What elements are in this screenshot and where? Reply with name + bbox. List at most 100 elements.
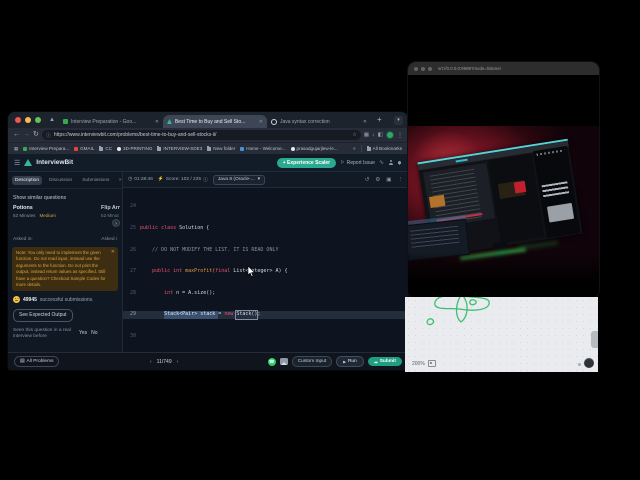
whatsapp-icon[interactable]: ☎ bbox=[267, 357, 276, 366]
bookmark-item[interactable]: Interview Prepara... bbox=[23, 146, 69, 151]
report-issue-button[interactable]: ⚐ Report Issue bbox=[340, 160, 375, 166]
seen-question-row: Seen this question in a real interview b… bbox=[8, 322, 122, 341]
tab-search-menu-button[interactable]: ▾ bbox=[394, 115, 403, 125]
desktop: ▲ Interview Preparation - Goo... ✕ Best … bbox=[0, 0, 640, 480]
folder-icon bbox=[99, 145, 104, 151]
new-tab-button[interactable]: + bbox=[377, 113, 382, 127]
seen-question-label: Seen this question in a real interview b… bbox=[13, 327, 71, 340]
monitor-red-logo bbox=[513, 180, 527, 194]
pen-smudge bbox=[578, 363, 581, 366]
close-window-button[interactable] bbox=[414, 66, 418, 71]
question-title: Flip Arr bbox=[101, 205, 120, 211]
profile-avatar[interactable] bbox=[386, 131, 394, 139]
mouse-cursor bbox=[247, 266, 255, 277]
github-icon bbox=[290, 146, 295, 151]
bookmark-item[interactable]: New folder bbox=[207, 145, 235, 151]
minimize-window-button[interactable] bbox=[421, 66, 425, 71]
show-similar-link[interactable]: Show similar questions bbox=[8, 189, 122, 205]
bookmark-item[interactable]: Home - Welcome... bbox=[240, 146, 286, 151]
close-note-icon[interactable]: ✕ bbox=[111, 249, 115, 255]
zoom-window-button[interactable] bbox=[35, 117, 41, 123]
editor-settings-icon[interactable]: ⚙ bbox=[375, 177, 380, 183]
question-duration: 52 Minut bbox=[101, 213, 119, 218]
prev-problem-button[interactable]: ‹ bbox=[150, 359, 152, 365]
list-icon: ▤ bbox=[20, 359, 25, 364]
notifications-bell-icon[interactable] bbox=[397, 160, 402, 165]
site-header: ☰ InterviewBit + Experience Scaler ⚐ Repo… bbox=[8, 154, 408, 172]
tab-label: Best Time to Buy and Sell Sto... bbox=[174, 118, 246, 125]
tab-best-time-to-buy[interactable]: Best Time to Buy and Sell Sto... ✕ bbox=[162, 115, 267, 128]
whiteboard-tool-button[interactable] bbox=[584, 358, 594, 368]
bookmark-item[interactable]: INTERVIEW-SDE3 bbox=[157, 145, 202, 151]
tab-description[interactable]: Description bbox=[12, 176, 42, 185]
experience-scaler-button[interactable]: + Experience Scaler bbox=[276, 157, 337, 168]
bookmarks-overflow-button[interactable]: » bbox=[353, 146, 356, 152]
tab-label: Interview Preparation - Goo... bbox=[70, 118, 137, 125]
tab-interview-preparation[interactable]: Interview Preparation - Goo... ✕ bbox=[59, 115, 163, 128]
apps-grid-icon[interactable]: ▦ bbox=[14, 146, 18, 152]
bookmark-item[interactable]: CC bbox=[99, 145, 112, 151]
editor-menu-icon[interactable]: ⋮ bbox=[398, 177, 404, 183]
downloads-icon[interactable]: ↓ bbox=[372, 132, 375, 138]
code-area[interactable]: 24 25 public class Solution { 26 // DO NO… bbox=[123, 188, 408, 355]
code-line: 30 bbox=[129, 333, 136, 340]
language-selector[interactable]: Java 8 (Oracle-... ▾ bbox=[212, 174, 266, 185]
divider bbox=[360, 145, 362, 152]
fullscreen-icon[interactable]: ▣ bbox=[386, 177, 391, 183]
submit-button[interactable]: ☁ Submit bbox=[367, 357, 402, 366]
tab-submissions[interactable]: Submissions bbox=[79, 176, 112, 185]
see-expected-output-button[interactable]: See Expected Output bbox=[13, 308, 73, 322]
no-button[interactable]: No bbox=[91, 330, 97, 336]
webcam-stream-window: srt://0.0.0.0:9999?mode=listener bbox=[408, 62, 599, 298]
back-button[interactable]: ← bbox=[13, 128, 20, 142]
sidepanel-icon[interactable]: ◧ bbox=[378, 132, 383, 138]
run-button[interactable]: ▶ Run bbox=[336, 356, 364, 367]
activity-icon[interactable]: ∿ bbox=[379, 159, 384, 166]
problem-sidebar: Description Discussion Submissions Hints… bbox=[8, 172, 123, 352]
bookmark-star-icon[interactable]: ☆ bbox=[352, 132, 356, 138]
bookmark-item[interactable]: GMAIL bbox=[74, 146, 94, 151]
yes-button[interactable]: Yes bbox=[79, 330, 87, 336]
profile-icon[interactable] bbox=[388, 160, 393, 165]
webcam-video-feed bbox=[408, 126, 599, 298]
address-bar[interactable]: ⓘ https://www.interviewbit.com/problems/… bbox=[41, 130, 361, 140]
close-tab-icon[interactable]: ✕ bbox=[363, 119, 367, 125]
extensions-icon[interactable]: ▦ bbox=[364, 132, 369, 138]
minimize-window-button[interactable] bbox=[25, 117, 31, 123]
tab-java-syntax[interactable]: Java syntax correction ✕ bbox=[267, 115, 371, 128]
sidebar-tabs: Description Discussion Submissions Hints bbox=[8, 172, 122, 189]
site-info-icon[interactable]: ⓘ bbox=[46, 132, 51, 139]
tab-hints[interactable]: Hints bbox=[116, 176, 122, 185]
overlay-handle[interactable] bbox=[591, 331, 598, 348]
fit-to-screen-icon[interactable] bbox=[427, 360, 436, 367]
custom-input-button[interactable]: Custom Input bbox=[291, 356, 333, 367]
whiteboard-zoom-control[interactable]: 200% bbox=[412, 360, 436, 367]
sheets-icon bbox=[23, 146, 28, 151]
forward-button[interactable]: → bbox=[23, 128, 30, 142]
zoom-window-button[interactable] bbox=[428, 66, 432, 71]
screenshot-icon[interactable] bbox=[279, 358, 288, 365]
all-problems-button[interactable]: ▤ All Problems bbox=[14, 356, 60, 367]
whiteboard-panel[interactable]: 200% bbox=[405, 297, 598, 372]
tab-label: Java syntax correction bbox=[279, 118, 330, 125]
close-window-button[interactable] bbox=[15, 117, 21, 123]
all-bookmarks-button[interactable]: All Bookmarks bbox=[366, 145, 402, 151]
stream-window-titlebar[interactable]: srt://0.0.0.0:9999?mode=listener bbox=[408, 62, 599, 75]
submissions-row: 49945 successful submissions. bbox=[8, 291, 122, 304]
close-tab-icon[interactable]: ✕ bbox=[155, 119, 159, 125]
reset-code-icon[interactable]: ↺ bbox=[365, 177, 370, 183]
tab-discussion[interactable]: Discussion bbox=[46, 176, 75, 185]
webpage-icon bbox=[240, 146, 245, 151]
question-card[interactable]: Flip Arr 52 Minut bbox=[101, 205, 120, 218]
close-tab-icon[interactable]: ✕ bbox=[259, 119, 263, 125]
browser-menu-icon[interactable]: ⋮ bbox=[397, 132, 403, 139]
info-icon[interactable]: ⓘ bbox=[203, 176, 208, 183]
report-issue-label: Report Issue bbox=[346, 159, 375, 166]
reload-button[interactable]: ↻ bbox=[33, 128, 39, 142]
bookmark-item[interactable]: prasadgujarjlew-le... bbox=[290, 146, 338, 151]
next-problem-button[interactable]: › bbox=[177, 359, 179, 365]
bookmark-item[interactable]: 3D-PRINTING bbox=[117, 146, 152, 151]
next-card-arrow-button[interactable]: › bbox=[112, 219, 120, 227]
hamburger-menu-icon[interactable]: ☰ bbox=[14, 159, 20, 167]
folder-icon bbox=[366, 145, 371, 151]
